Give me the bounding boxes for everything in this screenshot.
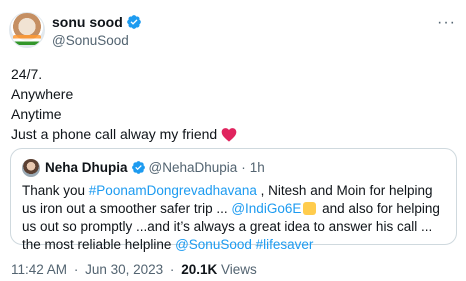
tweet-line: Just a phone call alway my friend [11, 126, 218, 142]
tweet-line: Anywhere [11, 86, 74, 102]
post-time[interactable]: 11:42 AM [11, 262, 67, 277]
post-date[interactable]: Jun 30, 2023 [85, 262, 163, 277]
views-label: Views [220, 262, 257, 277]
hashtag-link[interactable]: #PoonamDongrevadhavana [89, 183, 257, 198]
tweet-meta: 11:42 AM · Jun 30, 2023 · 20.1K Views [11, 262, 257, 277]
verified-badge-icon [131, 161, 145, 174]
hashtag-link[interactable]: #lifesaver [256, 237, 314, 252]
quoted-tweet-text: Thank you #PoonamDongrevadhavana , Nites… [22, 182, 447, 254]
separator-dot: · [169, 262, 175, 277]
author-avatar[interactable] [9, 12, 45, 48]
red-heart-emoji-icon [221, 128, 237, 142]
author-display-name[interactable]: sonu sood [52, 14, 123, 30]
mention-link[interactable]: @IndiGo6E [231, 201, 301, 216]
tweet-line: 24/7. [11, 66, 43, 82]
more-options-icon[interactable]: ··· [437, 14, 456, 32]
separator-dot: · [241, 160, 246, 175]
mention-link[interactable]: @SonuSood [175, 237, 252, 252]
tweet-line-last: Just a phone call alway my friend [11, 124, 237, 144]
quoted-timestamp[interactable]: 1h [250, 160, 265, 175]
raising-hands-emoji-icon [303, 202, 317, 215]
quoted-tweet-card[interactable]: Neha Dhupia @NehaDhupia · 1h Thank you #… [10, 148, 457, 252]
quoted-author-avatar[interactable] [22, 158, 40, 177]
author-block: sonu sood @SonuSood [52, 13, 142, 48]
quoted-text-part: Thank you [22, 183, 89, 198]
separator-dot: · [73, 262, 79, 277]
tweet-text: 24/7. Anywhere Anytime Just a phone call… [11, 64, 237, 144]
author-handle[interactable]: @SonuSood [52, 33, 142, 48]
quoted-author-name[interactable]: Neha Dhupia [45, 160, 128, 175]
verified-badge-icon [126, 14, 141, 29]
quoted-author-handle[interactable]: @NehaDhupia [149, 160, 238, 175]
tweet-line: Anytime [11, 106, 62, 122]
views-count: 20.1K [181, 262, 218, 277]
